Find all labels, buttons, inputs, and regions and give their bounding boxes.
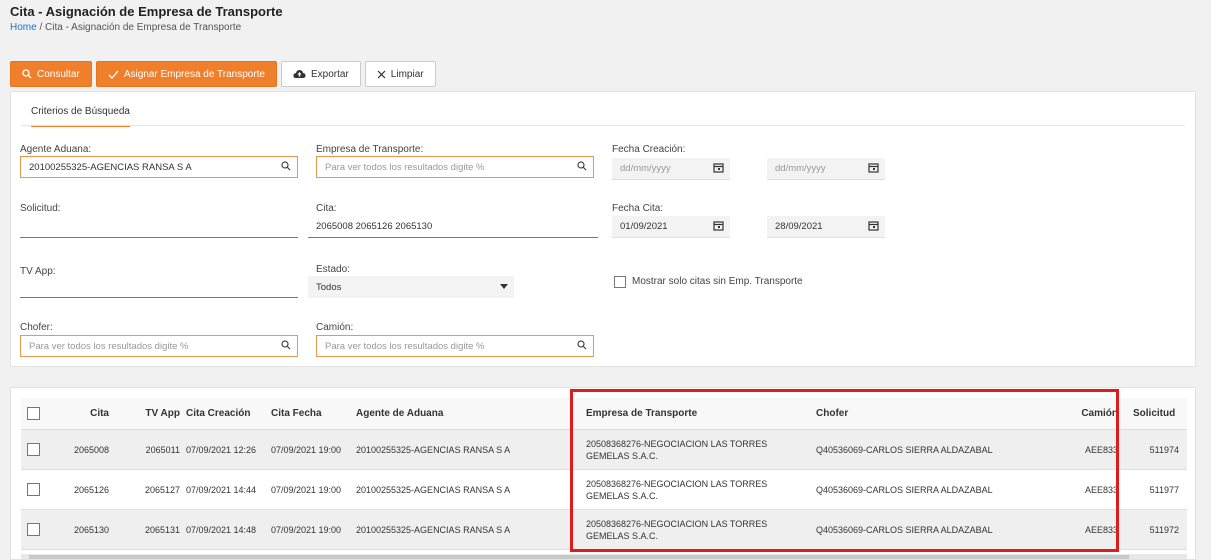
cell-cita-creacion: 07/09/2021 12:26 <box>186 444 257 455</box>
estado-select[interactable]: Todos <box>308 276 514 298</box>
breadcrumb-home-link[interactable]: Home <box>10 22 37 33</box>
mostrar-solo-label: Mostrar solo citas sin Emp. Transporte <box>632 276 803 287</box>
fecha-creacion-from-input[interactable]: dd/mm/yyyy <box>612 158 730 180</box>
fecha-cita-label: Fecha Cita: <box>612 203 664 214</box>
close-icon <box>377 70 386 78</box>
fecha-cita-to-value: 28/09/2021 <box>775 221 823 232</box>
search-icon[interactable] <box>281 340 291 350</box>
fecha-creacion-to-value: dd/mm/yyyy <box>775 163 826 174</box>
cell-tv-app: 2065131 <box>144 524 180 535</box>
cell-solicitud: 511972 <box>1149 524 1179 535</box>
consultar-button[interactable]: Consultar <box>10 61 92 87</box>
search-criteria-panel: Criterios de Búsqueda Agente Aduana: 201… <box>10 91 1196 367</box>
fecha-cita-from-value: 01/09/2021 <box>620 221 668 232</box>
search-icon[interactable] <box>577 340 587 350</box>
fecha-creacion-to-input[interactable]: dd/mm/yyyy <box>767 158 885 180</box>
cell-solicitud: 511977 <box>1149 484 1179 495</box>
row-checkbox[interactable] <box>27 443 40 456</box>
check-icon <box>108 70 119 79</box>
row-checkbox-cell <box>27 470 41 509</box>
cita-label: Cita: <box>316 203 337 214</box>
limpiar-label: Limpiar <box>390 68 424 80</box>
breadcrumb-separator: / <box>36 22 46 33</box>
row-checkbox-cell <box>27 510 41 549</box>
cell-solicitud: 511974 <box>1149 444 1179 455</box>
cell-agente: 20100255325-AGENCIAS RANSA S A <box>356 484 511 495</box>
consultar-label: Consultar <box>37 68 80 80</box>
calendar-icon[interactable] <box>868 220 879 231</box>
camion-placeholder: Para ver todos los resultados digite % <box>325 340 485 352</box>
chofer-input[interactable]: Para ver todos los resultados digite % <box>20 335 298 357</box>
tab-criterios-busqueda[interactable]: Criterios de Búsqueda <box>31 106 130 127</box>
highlight-annotation-box <box>570 389 1119 552</box>
page-title: Cita - Asignación de Empresa de Transpor… <box>10 4 283 19</box>
fecha-cita-from-input[interactable]: 01/09/2021 <box>612 216 730 238</box>
breadcrumb: Home / Cita - Asignación de Empresa de T… <box>10 22 241 33</box>
estado-value: Todos <box>316 281 342 293</box>
scrollbar-thumb[interactable] <box>29 555 1129 559</box>
cita-input[interactable]: 2065008 2065126 2065130 <box>308 216 598 238</box>
row-checkbox-cell <box>27 430 41 469</box>
select-all-checkbox-cell <box>27 398 41 429</box>
empresa-transporte-input[interactable]: Para ver todos los resultados digite % <box>316 156 594 178</box>
empresa-transporte-label: Empresa de Transporte: <box>316 144 424 155</box>
col-header-cita[interactable]: Cita <box>51 398 109 429</box>
agente-aduana-value: 20100255325-AGENCIAS RANSA S A <box>29 161 192 173</box>
solicitud-input[interactable] <box>20 216 298 238</box>
exportar-button[interactable]: Exportar <box>281 61 361 87</box>
cell-cita-creacion: 07/09/2021 14:44 <box>186 484 257 495</box>
calendar-icon[interactable] <box>713 220 724 231</box>
cell-cita-creacion: 07/09/2021 14:48 <box>186 524 257 535</box>
search-icon[interactable] <box>281 161 291 171</box>
cell-agente: 20100255325-AGENCIAS RANSA S A <box>356 444 511 455</box>
col-header-cita-creacion[interactable]: Cita Creación <box>186 398 266 429</box>
toolbar: Consultar Asignar Empresa de Transporte … <box>10 61 436 87</box>
cell-cita-fecha: 07/09/2021 19:00 <box>271 484 342 495</box>
calendar-icon[interactable] <box>868 162 879 173</box>
chofer-placeholder: Para ver todos los resultados digite % <box>29 340 189 352</box>
cita-value: 2065008 2065126 2065130 <box>316 221 433 232</box>
exportar-label: Exportar <box>311 68 349 80</box>
cell-agente: 20100255325-AGENCIAS RANSA S A <box>356 524 511 535</box>
search-icon[interactable] <box>577 161 587 171</box>
solicitud-label: Solicitud: <box>20 203 61 214</box>
cell-tv-app: 2065011 <box>145 444 180 455</box>
fecha-cita-to-input[interactable]: 28/09/2021 <box>767 216 885 238</box>
asignar-label: Asignar Empresa de Transporte <box>123 68 265 80</box>
chofer-label: Chofer: <box>20 322 53 333</box>
calendar-icon[interactable] <box>713 162 724 173</box>
search-icon <box>22 69 32 79</box>
col-header-solicitud[interactable]: Solicitud <box>1133 398 1187 429</box>
cell-cita-fecha: 07/09/2021 19:00 <box>271 524 342 535</box>
estado-label: Estado: <box>316 264 350 275</box>
select-all-checkbox[interactable] <box>27 407 40 420</box>
camion-label: Camión: <box>316 322 354 333</box>
col-header-tv-app[interactable]: TV App <box>121 398 180 429</box>
fecha-creacion-from-value: dd/mm/yyyy <box>620 163 671 174</box>
horizontal-scrollbar[interactable] <box>21 554 1187 559</box>
col-header-agente[interactable]: Agente de Aduana <box>356 398 556 429</box>
row-checkbox[interactable] <box>27 483 40 496</box>
cell-cita: 2065130 <box>73 524 109 535</box>
mostrar-solo-checkbox[interactable] <box>614 276 626 288</box>
cell-cita: 2065008 <box>73 444 109 455</box>
agente-aduana-input[interactable]: 20100255325-AGENCIAS RANSA S A <box>20 156 298 178</box>
empresa-transporte-placeholder: Para ver todos los resultados digite % <box>325 161 485 173</box>
row-checkbox[interactable] <box>27 523 40 536</box>
caret-down-icon <box>500 284 508 289</box>
cloud-upload-icon <box>293 70 306 78</box>
col-header-cita-fecha[interactable]: Cita Fecha <box>271 398 351 429</box>
cell-cita-fecha: 07/09/2021 19:00 <box>271 444 342 455</box>
cell-cita: 2065126 <box>73 484 109 495</box>
camion-input[interactable]: Para ver todos los resultados digite % <box>316 335 594 357</box>
fecha-creacion-label: Fecha Creación: <box>612 144 686 155</box>
cell-tv-app: 2065127 <box>144 484 180 495</box>
agente-aduana-label: Agente Aduana: <box>20 144 92 155</box>
tab-divider <box>21 125 1185 126</box>
asignar-button[interactable]: Asignar Empresa de Transporte <box>95 61 277 87</box>
breadcrumb-current: Cita - Asignación de Empresa de Transpor… <box>45 22 242 33</box>
tv-app-input[interactable] <box>20 276 298 298</box>
limpiar-button[interactable]: Limpiar <box>364 61 436 87</box>
